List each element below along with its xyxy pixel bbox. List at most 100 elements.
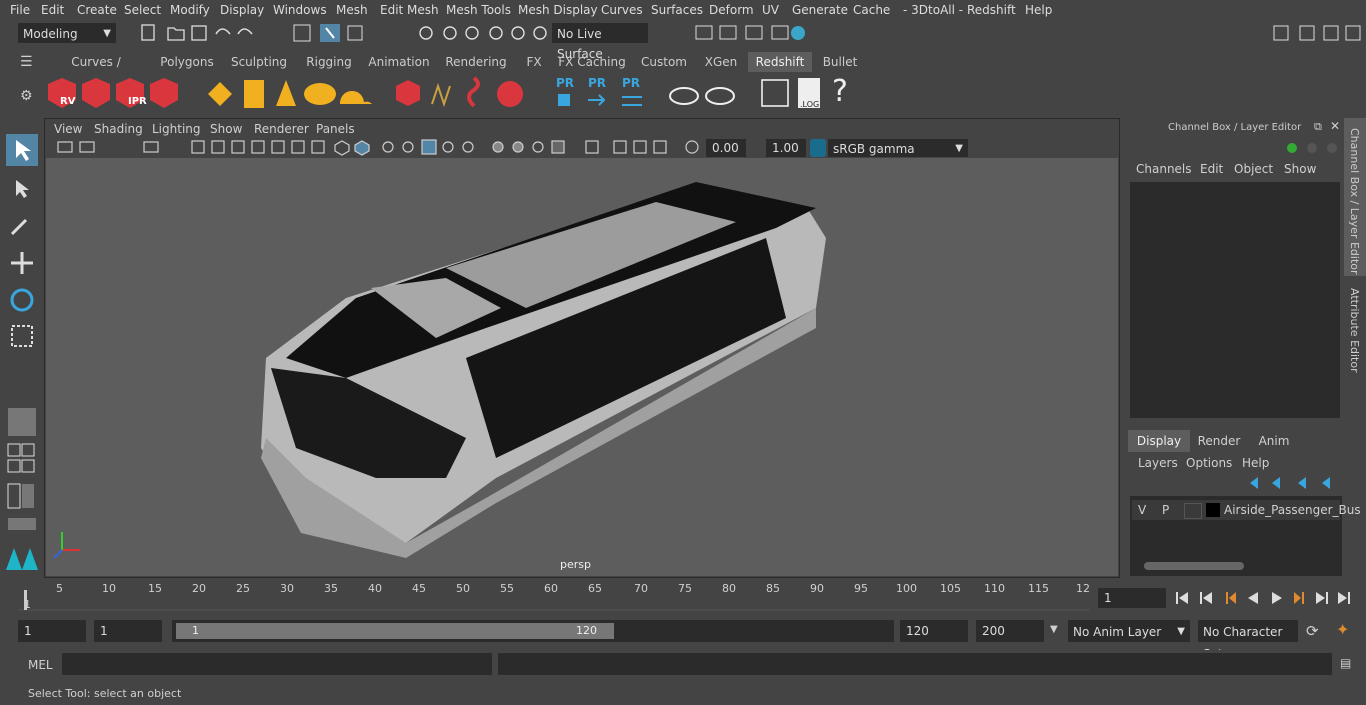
colorspace-dropdown[interactable]: sRGB gamma ▼	[828, 139, 968, 157]
playback-controls[interactable]	[1172, 586, 1362, 610]
menu-redshift[interactable]: Redshift	[967, 3, 1016, 17]
menu-modify[interactable]: Modify	[170, 3, 210, 17]
menu-create[interactable]: Create	[77, 3, 117, 17]
layer-row[interactable]: V P Airside_Passenger_Bus	[1132, 500, 1361, 520]
tab-custom[interactable]: Custom	[638, 52, 690, 72]
tab-rendering[interactable]: Rendering	[444, 52, 508, 72]
layer-playback-toggle[interactable]: P	[1162, 503, 1169, 517]
menu-surfaces[interactable]: Surfaces	[651, 3, 703, 17]
channel-box-icons[interactable]	[1284, 138, 1340, 158]
tab-curves-surfaces[interactable]: Curves / Surfaces	[48, 52, 144, 89]
channels-menu-edit[interactable]: Edit	[1200, 162, 1223, 176]
menu-mesh-tools[interactable]: Mesh Tools	[446, 3, 511, 17]
viewport-menu-view[interactable]: View	[54, 122, 82, 136]
menu-cache[interactable]: Cache	[853, 3, 890, 17]
channels-menu-show[interactable]: Show	[1284, 162, 1316, 176]
layer-type-toggle[interactable]	[1184, 503, 1202, 519]
pr-label-3[interactable]: PR	[622, 76, 640, 90]
gear-icon[interactable]: ⚙	[20, 88, 33, 104]
timeline-ruler[interactable]: 5 10 15 20 25 30 35 40 45 50 55 60 65 70…	[18, 582, 1090, 612]
animation-end-field[interactable]: 200	[976, 620, 1044, 642]
menu-edit-mesh[interactable]: Edit Mesh	[380, 3, 439, 17]
close-icon[interactable]: ✕	[1330, 119, 1340, 133]
tab-attribute-editor-side[interactable]: Attribute Editor	[1344, 280, 1366, 380]
tab-animation[interactable]: Animation	[368, 52, 430, 72]
viewport-menu-panels[interactable]: Panels	[316, 122, 355, 136]
tab-xgen[interactable]: XGen	[702, 52, 740, 72]
layer-visibility-toggle[interactable]: V	[1138, 503, 1146, 517]
anim-layer-dropdown[interactable]: No Anim Layer ▼	[1068, 620, 1190, 642]
playback-start-field[interactable]: 1	[94, 620, 162, 642]
viewport-menu-shading[interactable]: Shading	[94, 122, 143, 136]
layers-menu-options[interactable]: Options	[1186, 456, 1232, 470]
color-management-icon[interactable]	[810, 139, 826, 157]
viewport-3d[interactable]: persp	[46, 158, 1118, 576]
key-icon[interactable]: ⟳	[1306, 622, 1319, 640]
script-editor-icon[interactable]: ▤	[1340, 656, 1351, 670]
tab-bullet[interactable]: Bullet	[820, 52, 860, 72]
redshift-cube-icons[interactable]	[44, 74, 184, 114]
menu-generate[interactable]: Generate	[792, 3, 848, 17]
live-surface-field[interactable]: No Live Surface	[552, 23, 648, 61]
gamma-field[interactable]: 1.00	[766, 139, 806, 157]
viewport-toolbar[interactable]	[52, 138, 702, 158]
viewport-menu-show[interactable]: Show	[210, 122, 242, 136]
viewport-menu-renderer[interactable]: Renderer	[254, 122, 309, 136]
tab-render[interactable]: Render	[1192, 430, 1246, 452]
menu-help[interactable]: Help	[1025, 3, 1052, 17]
chevron-down-icon[interactable]: ▼	[1050, 624, 1058, 635]
layers-menu-layers[interactable]: Layers	[1138, 456, 1178, 470]
exposure-field[interactable]: 0.00	[706, 139, 746, 157]
workspace-icons[interactable]	[1270, 22, 1366, 44]
menu-mesh-display[interactable]: Mesh Display	[518, 3, 598, 17]
menu-display[interactable]: Display	[220, 3, 264, 17]
menu-mesh[interactable]: Mesh	[336, 3, 368, 17]
file-icons[interactable]	[138, 22, 258, 44]
menu-deform[interactable]: Deform	[709, 3, 754, 17]
menu-3dtoall[interactable]: - 3DtoAll -	[903, 3, 963, 17]
menu-icon[interactable]: ☰	[20, 54, 33, 70]
mode-dropdown[interactable]: Modeling ▼	[18, 23, 116, 43]
mel-label[interactable]: MEL	[28, 658, 53, 672]
tab-display[interactable]: Display	[1128, 430, 1190, 452]
tab-redshift[interactable]: Redshift	[748, 52, 812, 72]
playback-end-field[interactable]: 120	[900, 620, 968, 642]
viewport-menu-lighting[interactable]: Lighting	[152, 122, 201, 136]
menu-edit[interactable]: Edit	[41, 3, 64, 17]
tab-fx-caching[interactable]: FX Caching	[558, 52, 626, 72]
tab-sculpting[interactable]: Sculpting	[228, 52, 290, 72]
redshift-object-icons[interactable]	[394, 74, 534, 114]
bake-icons[interactable]	[668, 76, 738, 112]
channels-menu-object[interactable]: Object	[1234, 162, 1273, 176]
tab-rigging[interactable]: Rigging	[302, 52, 356, 72]
range-slider[interactable]: 1 120	[172, 620, 894, 642]
tool-icons[interactable]	[0, 118, 44, 578]
layer-action-icons[interactable]	[1246, 474, 1342, 492]
layers-menu-help[interactable]: Help	[1242, 456, 1269, 470]
character-set-dropdown[interactable]: No Character Set	[1198, 620, 1298, 661]
tab-anim[interactable]: Anim	[1248, 430, 1300, 452]
menu-select[interactable]: Select	[124, 3, 161, 17]
layer-scrollbar[interactable]	[1144, 562, 1244, 570]
channel-list[interactable]	[1130, 182, 1340, 418]
tab-polygons[interactable]: Polygons	[156, 52, 218, 72]
layer-color-swatch[interactable]	[1206, 503, 1220, 517]
tab-fx[interactable]: FX	[522, 52, 546, 72]
current-frame-field[interactable]: 1	[1098, 588, 1166, 608]
menu-curves[interactable]: Curves	[601, 3, 643, 17]
pr-label-2[interactable]: PR	[588, 76, 606, 90]
redshift-light-icons[interactable]	[200, 74, 380, 114]
tab-channel-box-side[interactable]: Channel Box / Layer Editor	[1344, 118, 1366, 276]
selection-snap-icons[interactable]	[292, 22, 552, 44]
float-icon[interactable]: ⧉	[1314, 120, 1322, 134]
mel-input[interactable]	[62, 653, 492, 675]
animation-start-field[interactable]: 1	[18, 620, 86, 642]
pr-label[interactable]: PR	[556, 76, 574, 90]
menu-uv[interactable]: UV	[762, 3, 779, 17]
range-slider-handle[interactable]	[176, 623, 614, 639]
help-icon[interactable]: ?	[832, 74, 848, 109]
menu-windows[interactable]: Windows	[273, 3, 327, 17]
menu-file[interactable]: File	[10, 3, 30, 17]
channels-menu-channels[interactable]: Channels	[1136, 162, 1192, 176]
render-icons[interactable]	[690, 22, 815, 44]
